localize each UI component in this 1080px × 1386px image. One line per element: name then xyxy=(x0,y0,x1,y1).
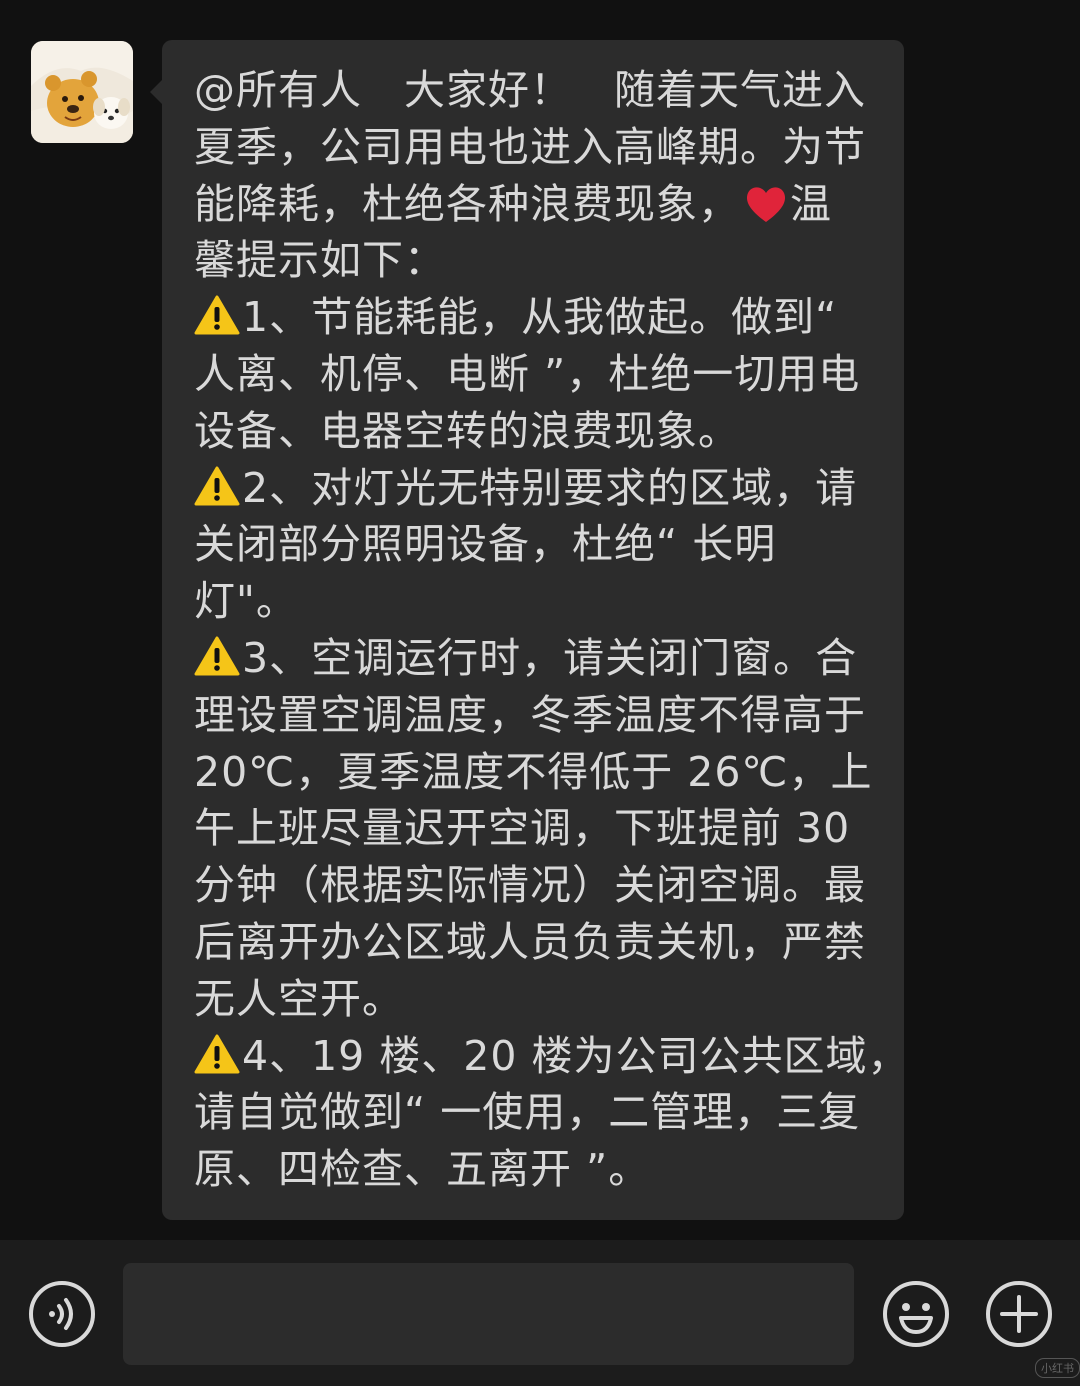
message-body: @所有人 大家好！ 随着天气进入 夏季，公司用电也进入高峰期。为节 能降耗，杜绝各种… xyxy=(194,62,909,1198)
message-line-text: 分钟（根据实际情况）关闭空调。最 xyxy=(194,861,866,910)
more-button[interactable] xyxy=(985,1280,1053,1348)
message-line: 无人空开。 xyxy=(194,971,876,1028)
message-line-text: 理设置空调温度，冬季温度不得高于 xyxy=(194,690,866,739)
message-line-text: 夏季，公司用电也进入高峰期。为节 xyxy=(194,122,866,171)
message-line-text: 馨提示如下： xyxy=(194,236,446,285)
warning-icon xyxy=(194,293,240,350)
message-line-text: 后离开办公区域人员负责关机，严禁 xyxy=(194,917,866,966)
message-line-text: 4、19 楼、20 楼为公司公共区域， xyxy=(242,1031,910,1080)
message-line: 能降耗，杜绝各种浪费现象， 温 xyxy=(194,176,876,233)
message-line-text: 灯"。 xyxy=(194,577,298,626)
watermark: 小红书 xyxy=(1035,1358,1080,1378)
message-line: 原、四检查、五离开 ”。 xyxy=(194,1141,876,1198)
message-line-text: 原、四检查、五离开 ”。 xyxy=(194,1145,651,1194)
voice-input-icon xyxy=(29,1281,95,1347)
message-line: 理设置空调温度，冬季温度不得高于 xyxy=(194,687,876,744)
message-line: 关闭部分照明设备，杜绝“ 长明 xyxy=(194,516,876,573)
message-line: 灯"。 xyxy=(194,573,876,630)
message-line-text: @所有人 大家好！ 随着天气进入 xyxy=(194,66,866,114)
message-line-text: 人离、机停、电断 ”，杜绝一切用电 xyxy=(194,349,861,398)
message-line-text: 请自觉做到“ 一使用，二管理，三复 xyxy=(194,1088,861,1137)
heart-icon xyxy=(744,182,788,239)
voice-input-button[interactable] xyxy=(28,1280,96,1348)
winnie-the-pooh-avatar-icon xyxy=(31,41,133,143)
message-line: 分钟（根据实际情况）关闭空调。最 xyxy=(194,857,876,914)
chat-area: @所有人 大家好！ 随着天气进入 夏季，公司用电也进入高峰期。为节 能降耗，杜绝各种… xyxy=(0,0,1080,1240)
message-bubble[interactable]: @所有人 大家好！ 随着天气进入 夏季，公司用电也进入高峰期。为节 能降耗，杜绝各种… xyxy=(150,40,909,1220)
message-line-text: 2、对灯光无特别要求的区域，请 xyxy=(242,463,858,512)
message-line: 3、空调运行时，请关闭门窗。合 xyxy=(194,630,876,687)
message-line: 后离开办公区域人员负责关机，严禁 xyxy=(194,914,876,971)
message-line: 4、19 楼、20 楼为公司公共区域， xyxy=(194,1028,909,1085)
message-line-text: 1、节能耗能，从我做起。做到“ xyxy=(242,293,838,342)
message-line: 午上班尽量迟开空调，下班提前 30 xyxy=(194,800,876,857)
bubble-tail xyxy=(150,80,162,104)
message-line: 夏季，公司用电也进入高峰期。为节 xyxy=(194,119,876,176)
message-line-text: 能降耗，杜绝各种浪费现象， xyxy=(194,179,740,228)
message-line: 2、对灯光无特别要求的区域，请 xyxy=(194,460,876,517)
warning-icon xyxy=(194,1032,240,1089)
emoji-icon xyxy=(883,1281,949,1347)
emoji-button[interactable] xyxy=(882,1280,950,1348)
message-line: 馨提示如下： xyxy=(194,232,876,289)
message-input[interactable] xyxy=(123,1263,854,1365)
message-line: 请自觉做到“ 一使用，二管理，三复 xyxy=(194,1084,876,1141)
message-line-text: 午上班尽量迟开空调，下班提前 30 xyxy=(194,804,851,853)
plus-icon xyxy=(986,1281,1052,1347)
message-line-text: 设备、电器空转的浪费现象。 xyxy=(194,406,740,455)
warning-icon xyxy=(194,634,240,691)
message-line-text: 无人空开。 xyxy=(194,974,404,1023)
message-line-text: 关闭部分照明设备，杜绝“ 长明 xyxy=(194,520,777,569)
message-line: 20℃，夏季温度不得低于 26℃，上 xyxy=(194,744,876,801)
message-line-text: 3、空调运行时，请关闭门窗。合 xyxy=(242,633,858,682)
message-line-text: 20℃，夏季温度不得低于 26℃，上 xyxy=(194,747,873,796)
message-line: 设备、电器空转的浪费现象。 xyxy=(194,403,876,460)
message-line: 1、节能耗能，从我做起。做到“ xyxy=(194,289,876,346)
message-line: 人离、机停、电断 ”，杜绝一切用电 xyxy=(194,346,876,403)
message-line: @所有人 大家好！ 随着天气进入 xyxy=(194,62,876,119)
avatar[interactable] xyxy=(31,41,133,143)
message-line-text: 温 xyxy=(790,179,832,228)
warning-icon xyxy=(194,464,240,521)
